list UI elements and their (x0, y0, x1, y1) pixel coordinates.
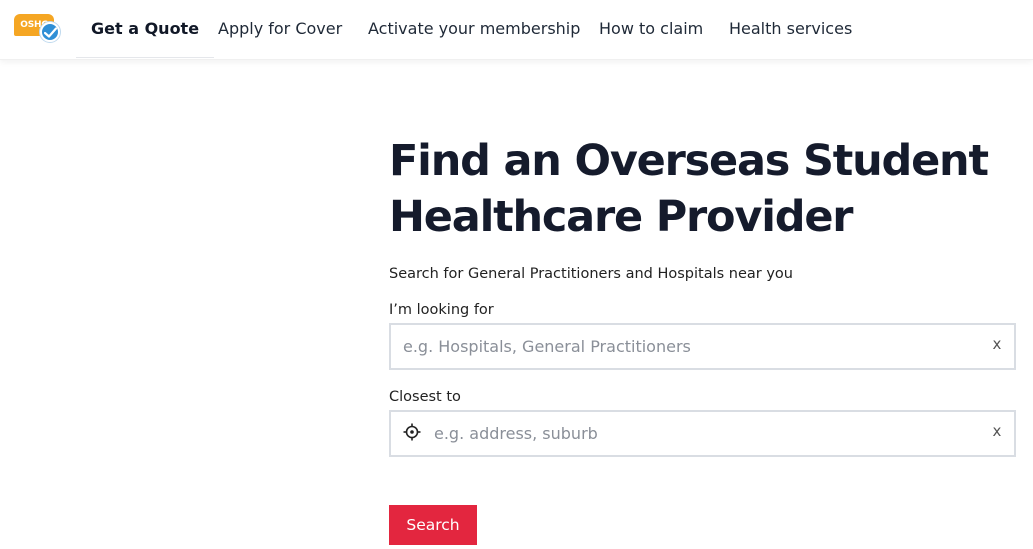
clear-looking-for-button[interactable]: x (989, 335, 1005, 353)
top-navigation: OSHC Get a Quote Apply for Cover Activat… (0, 0, 1033, 60)
search-button[interactable]: Search (389, 505, 477, 545)
nav-activate-membership[interactable]: Activate your membership (368, 0, 580, 58)
nav-how-to-claim[interactable]: How to claim (599, 0, 703, 58)
looking-for-input[interactable] (403, 325, 983, 368)
page-title-line-1: Find an Overseas Student (389, 136, 989, 186)
nav-health-services[interactable]: Health services (729, 0, 852, 58)
closest-to-input[interactable] (434, 412, 984, 455)
oshc-logo[interactable]: OSHC (14, 10, 60, 42)
page-title: Find an Overseas Student Healthcare Prov… (389, 133, 1029, 245)
closest-to-label: Closest to (389, 389, 461, 405)
checkmark-icon (40, 22, 60, 42)
nav-apply-for-cover[interactable]: Apply for Cover (218, 0, 342, 58)
closest-to-field: x (389, 410, 1016, 457)
looking-for-field: x (389, 323, 1016, 370)
page-subtitle: Search for General Practitioners and Hos… (389, 266, 793, 282)
looking-for-label: I’m looking for (389, 302, 494, 318)
locate-crosshair-icon[interactable] (402, 422, 422, 442)
clear-closest-to-button[interactable]: x (989, 422, 1005, 440)
nav-get-a-quote[interactable]: Get a Quote (76, 0, 215, 58)
page-title-line-2: Healthcare Provider (389, 192, 854, 242)
